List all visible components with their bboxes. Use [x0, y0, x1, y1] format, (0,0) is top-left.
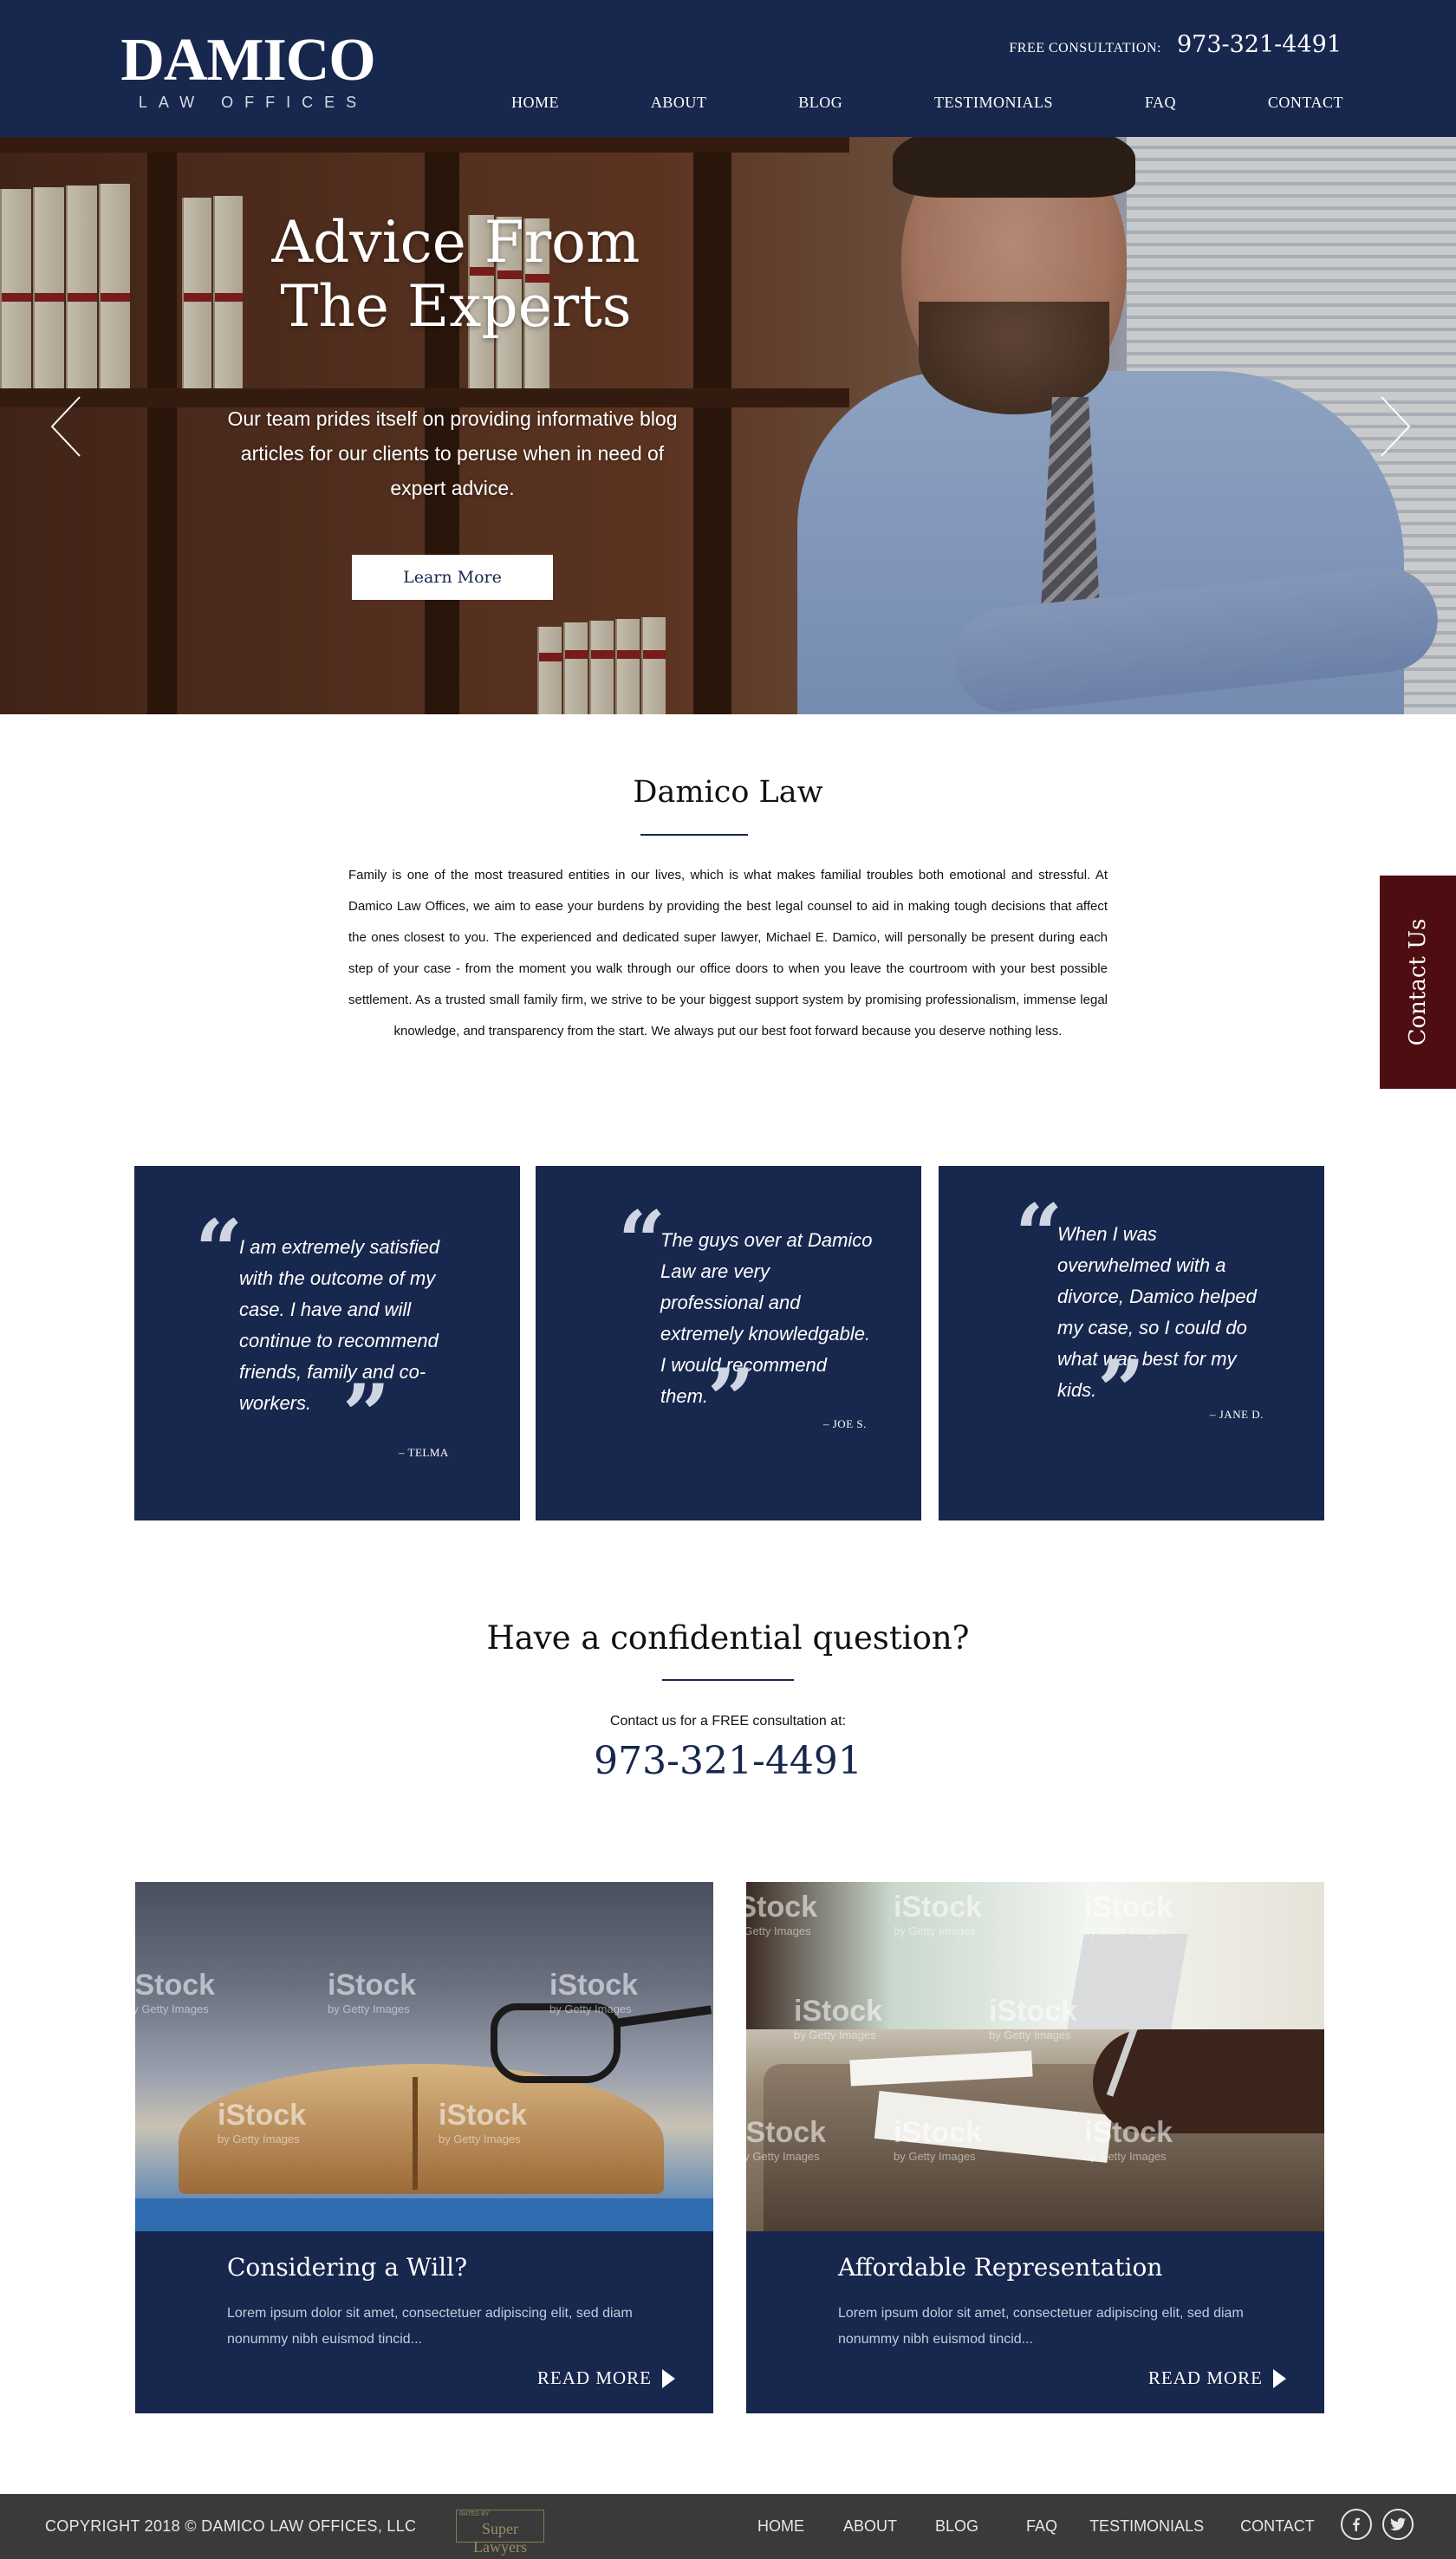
- laptop: [1067, 1934, 1188, 2029]
- article-excerpt: Lorem ipsum dolor sit amet, consectetuer…: [838, 2306, 1244, 2347]
- watermark: iStockby Getty Images: [894, 2116, 983, 2163]
- article-card[interactable]: iStockby Getty Images iStockby Getty Ima…: [746, 1882, 1324, 2413]
- watermark: iStockby Getty Images: [989, 1995, 1078, 2041]
- footer-nav-about[interactable]: ABOUT: [843, 2517, 897, 2536]
- testimonial-card: “ The guys over at Damico Law are very p…: [536, 1166, 921, 1520]
- close-quote-icon: ”: [1097, 1342, 1146, 1440]
- main-nav: HOME ABOUT BLOG TESTIMONIALS FAQ CONTACT: [511, 94, 1343, 112]
- read-more-label: READ MORE: [1147, 2367, 1263, 2388]
- read-more-link[interactable]: READ MORE: [1148, 2367, 1286, 2389]
- logo-sub-text: LAW OFFICES: [138, 94, 368, 111]
- watermark: iStockby Getty Images: [746, 1891, 818, 1937]
- open-quote-icon: “: [618, 1193, 666, 1291]
- table-surface: [135, 2198, 713, 2231]
- footer-nav-home[interactable]: HOME: [757, 2517, 804, 2536]
- article-title[interactable]: Considering a Will?: [227, 2253, 467, 2282]
- footer-nav-blog[interactable]: BLOG: [935, 2517, 978, 2536]
- copyright-text: COPYRIGHT 2018 © DAMICO LAW OFFICES, LLC: [45, 2517, 417, 2535]
- watermark: iStockby Getty Images: [1084, 1891, 1173, 1937]
- article-image: iStockby Getty Images iStockby Getty Ima…: [135, 1882, 713, 2231]
- nav-home[interactable]: HOME: [511, 94, 559, 112]
- hero-title-line-2: The Experts: [280, 273, 632, 340]
- footer-nav-faq[interactable]: FAQ: [1026, 2517, 1057, 2536]
- watermark: iStockby Getty Images: [135, 1969, 216, 2015]
- watermark: iStockby Getty Images: [328, 1969, 417, 2015]
- watermark: iStockby Getty Images: [894, 1891, 983, 1937]
- hero-title-line-1: Advice From: [271, 209, 640, 276]
- testimonial-quote: The guys over at Damico Law are very pro…: [660, 1229, 873, 1407]
- testimonial-card: “ I am extremely satisfied with the outc…: [134, 1166, 520, 1520]
- hero-slider: Advice From The Experts Our team prides …: [0, 137, 1456, 714]
- article-title[interactable]: Affordable Representation: [838, 2253, 1162, 2282]
- close-quote-icon: ”: [707, 1351, 756, 1449]
- watermark: iStockby Getty Images: [218, 2099, 307, 2146]
- testimonial-author: – TELMA: [399, 1446, 449, 1459]
- play-arrow-icon: [662, 2368, 675, 2388]
- site-header: DAMICO LAW OFFICES FREE CONSULTATION: 97…: [0, 0, 1456, 137]
- badge-rated-text: RATED BY: [459, 2511, 490, 2517]
- open-quote-icon: “: [1015, 1186, 1063, 1284]
- article-image: iStockby Getty Images iStockby Getty Ima…: [746, 1882, 1324, 2231]
- footer-nav-contact[interactable]: CONTACT: [1240, 2517, 1315, 2536]
- testimonial-author: – JANE D.: [1210, 1408, 1264, 1421]
- facebook-icon[interactable]: [1341, 2509, 1372, 2540]
- footer-nav: HOME ABOUT BLOG FAQ TESTIMONIALS CONTACT: [757, 2517, 1315, 2536]
- read-more-link[interactable]: READ MORE: [537, 2367, 675, 2389]
- play-arrow-icon: [1273, 2368, 1286, 2388]
- hero-text: Our team prides itself on providing info…: [227, 407, 678, 499]
- about-divider: [640, 834, 748, 836]
- logo[interactable]: DAMICO LAW OFFICES: [109, 27, 387, 112]
- nav-contact[interactable]: CONTACT: [1268, 94, 1343, 112]
- twitter-icon[interactable]: [1382, 2509, 1414, 2540]
- watermark: iStockby Getty Images: [439, 2099, 528, 2146]
- about-title: Damico Law: [633, 775, 823, 810]
- nav-about[interactable]: ABOUT: [651, 94, 707, 112]
- nav-testimonials[interactable]: TESTIMONIALS: [934, 94, 1053, 112]
- confidential-divider: [662, 1679, 794, 1681]
- article-card[interactable]: iStockby Getty Images iStockby Getty Ima…: [135, 1882, 713, 2413]
- consultation-label: FREE CONSULTATION:: [1009, 41, 1161, 55]
- nav-blog[interactable]: BLOG: [798, 94, 842, 112]
- testimonial-quote: When I was overwhelmed with a divorce, D…: [1057, 1223, 1257, 1401]
- open-quote-icon: “: [195, 1201, 244, 1299]
- logo-main-text: DAMICO: [120, 27, 375, 94]
- testimonial-card: “ When I was overwhelmed with a divorce,…: [939, 1166, 1324, 1520]
- watermark: iStockby Getty Images: [794, 1995, 883, 2041]
- site-footer: COPYRIGHT 2018 © DAMICO LAW OFFICES, LLC…: [0, 2494, 1456, 2559]
- confidential-phone[interactable]: 973-321-4491: [0, 1739, 1456, 1783]
- about-text: Family is one of the most treasured enti…: [348, 868, 1108, 1039]
- book-spine: [413, 2077, 418, 2190]
- contact-us-tab[interactable]: Contact Us: [1380, 876, 1456, 1089]
- chevron-right-icon[interactable]: [1373, 394, 1416, 459]
- read-more-label: READ MORE: [536, 2367, 652, 2388]
- close-quote-icon: ”: [342, 1366, 391, 1464]
- watermark: iStockby Getty Images: [549, 1969, 639, 2015]
- super-lawyers-badge[interactable]: RATED BY Super Lawyers: [456, 2510, 544, 2556]
- chevron-left-icon[interactable]: [45, 394, 88, 459]
- badge-name-text: Super Lawyers: [473, 2520, 527, 2556]
- footer-nav-testimonials[interactable]: TESTIMONIALS: [1089, 2517, 1204, 2536]
- nav-faq[interactable]: FAQ: [1145, 94, 1176, 112]
- learn-more-button[interactable]: Learn More: [352, 555, 553, 600]
- hero-title: Advice From The Experts: [217, 211, 695, 339]
- watermark: iStockby Getty Images: [746, 2116, 827, 2163]
- watermark: iStockby Getty Images: [1084, 2116, 1173, 2163]
- article-excerpt: Lorem ipsum dolor sit amet, consectetuer…: [227, 2306, 633, 2347]
- consultation-info: FREE CONSULTATION: 973-321-4491: [1009, 31, 1342, 58]
- contact-us-tab-label: Contact Us: [1405, 918, 1431, 1046]
- testimonial-author: – JOE S.: [823, 1417, 867, 1430]
- consultation-phone[interactable]: 973-321-4491: [1177, 31, 1342, 58]
- confidential-title: Have a confidential question?: [486, 1619, 970, 1657]
- confidential-subtitle: Contact us for a FREE consultation at:: [609, 1714, 847, 1729]
